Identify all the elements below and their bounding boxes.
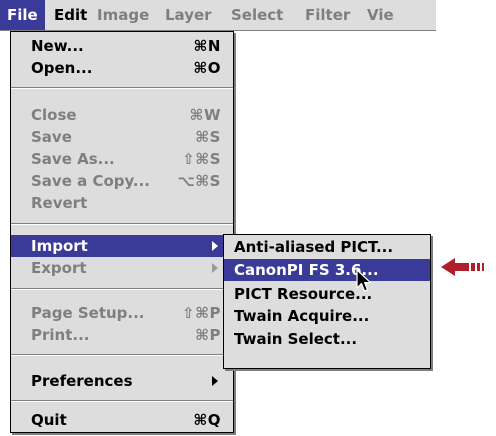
menu-item-label: Print... xyxy=(31,326,90,344)
menu-separator xyxy=(11,223,233,225)
menu-image[interactable]: Image xyxy=(90,0,156,30)
submenu-arrow-icon xyxy=(212,241,218,251)
menu-item-revert[interactable]: Revert xyxy=(11,192,233,214)
pointer-cursor-icon xyxy=(356,269,372,292)
menu-item-save-as[interactable]: Save As... ⇧⌘S xyxy=(11,148,233,170)
menu-item-export[interactable]: Export xyxy=(11,257,233,279)
menu-view[interactable]: Vie xyxy=(360,0,401,30)
menu-separator xyxy=(11,400,233,402)
menu-item-import[interactable]: Import xyxy=(11,235,233,257)
submenu-item-pict-resource[interactable]: PICT Resource... xyxy=(224,283,430,305)
menu-bar: File Edit Image Layer Select Filter Vie xyxy=(0,0,436,31)
submenu-arrow-icon xyxy=(212,263,218,273)
menu-item-label: Close xyxy=(31,106,77,124)
menu-item-label: Revert xyxy=(31,194,88,212)
submenu-item-label: Anti-aliased PICT... xyxy=(234,238,394,256)
menu-item-label: Page Setup... xyxy=(31,304,145,322)
shortcut-text: ⌘Q xyxy=(193,411,221,429)
menu-separator xyxy=(11,354,233,356)
menu-item-save[interactable]: Save ⌘S xyxy=(11,126,233,148)
shortcut-text: ⌘W xyxy=(189,106,221,124)
shortcut-text: ⇧⌘P xyxy=(182,304,221,322)
menu-item-label: Preferences xyxy=(31,372,133,390)
menu-item-label: New... xyxy=(31,37,84,55)
menu-separator xyxy=(11,288,233,290)
menu-item-label: Import xyxy=(31,237,88,255)
submenu-item-canonpi-fs[interactable]: CanonPI FS 3.6... xyxy=(224,259,430,281)
shortcut-text: ⇧⌘S xyxy=(182,150,221,168)
menu-item-label: Save a Copy... xyxy=(31,172,150,190)
file-menu-dropdown: New... ⌘N Open... ⌘O Close ⌘W Save ⌘S Sa… xyxy=(10,31,234,433)
menu-item-label: Save xyxy=(31,128,72,146)
menu-edit[interactable]: Edit xyxy=(47,0,94,30)
red-callout-arrow-icon xyxy=(441,258,484,276)
menu-item-print[interactable]: Print... ⌘P xyxy=(11,324,233,346)
menu-select[interactable]: Select xyxy=(224,0,290,30)
menu-item-label: Quit xyxy=(31,411,67,429)
menu-item-label: Open... xyxy=(31,59,93,77)
submenu-item-label: Twain Select... xyxy=(234,330,358,348)
submenu-arrow-icon xyxy=(212,376,218,386)
shortcut-text: ⌘O xyxy=(193,59,221,77)
menu-filter[interactable]: Filter xyxy=(298,0,357,30)
menu-item-close[interactable]: Close ⌘W xyxy=(11,104,233,126)
menu-item-quit[interactable]: Quit ⌘Q xyxy=(11,409,233,431)
menu-separator xyxy=(11,87,233,89)
submenu-item-label: Twain Acquire... xyxy=(234,307,370,325)
submenu-item-label: PICT Resource... xyxy=(234,285,373,303)
menu-item-open[interactable]: Open... ⌘O xyxy=(11,57,233,79)
menu-item-page-setup[interactable]: Page Setup... ⇧⌘P xyxy=(11,302,233,324)
shortcut-text: ⌘N xyxy=(193,37,221,55)
menu-item-label: Save As... xyxy=(31,150,115,168)
submenu-item-twain-acquire[interactable]: Twain Acquire... xyxy=(224,305,430,327)
menu-item-preferences[interactable]: Preferences xyxy=(11,370,233,392)
shortcut-text: ⌘P xyxy=(195,326,221,344)
submenu-item-anti-aliased-pict[interactable]: Anti-aliased PICT... xyxy=(224,236,430,258)
menu-layer[interactable]: Layer xyxy=(158,0,219,30)
menu-item-label: Export xyxy=(31,259,87,277)
submenu-item-twain-select[interactable]: Twain Select... xyxy=(224,328,430,350)
shortcut-text: ⌘S xyxy=(195,128,221,146)
import-submenu: Anti-aliased PICT... CanonPI FS 3.6... P… xyxy=(223,234,431,369)
menu-item-save-a-copy[interactable]: Save a Copy... ⌥⌘S xyxy=(11,170,233,192)
shortcut-text: ⌥⌘S xyxy=(177,172,221,190)
menu-item-new[interactable]: New... ⌘N xyxy=(11,35,233,57)
menu-file[interactable]: File xyxy=(0,0,45,30)
